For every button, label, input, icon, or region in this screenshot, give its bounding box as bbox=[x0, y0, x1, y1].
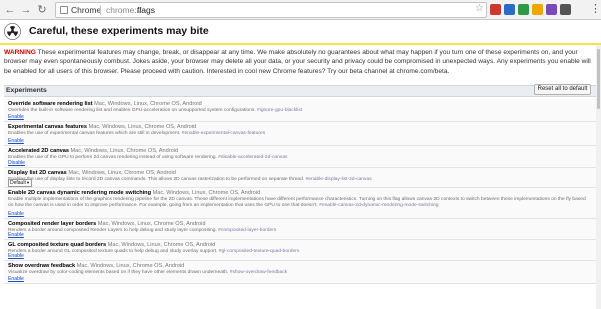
flag-anchor-link[interactable]: #gl-composited-texture-quad-borders bbox=[219, 249, 299, 254]
flag-toggle-link[interactable]: Enable bbox=[8, 211, 24, 217]
flag-row: Override software rendering list Mac, Wi… bbox=[4, 99, 596, 122]
flag-description-text: Enables the use of experimental canvas f… bbox=[8, 131, 181, 136]
flag-toggle-link[interactable]: Enable bbox=[8, 253, 24, 259]
flag-name: Enable 2D canvas dynamic rendering mode … bbox=[8, 190, 151, 196]
bookmark-star-icon[interactable]: ☆ bbox=[475, 3, 484, 14]
flag-anchor-link[interactable]: #enable-display-list-2d-canvas bbox=[306, 177, 372, 182]
flag-heading: GL composited texture quad borders Mac, … bbox=[8, 242, 215, 249]
address-bar[interactable]: Chrome chrome:// flags bbox=[55, 2, 487, 18]
flag-heading: Display list 2D canvas Mac, Windows, Lin… bbox=[8, 170, 176, 177]
browser-toolbar: ← → ↻ Chrome chrome:// flags ☆ ⋮ bbox=[0, 0, 601, 20]
flag-toggle-link[interactable]: Enable bbox=[8, 138, 24, 144]
flag-platforms: Mac, Windows, Linux, Chrome OS, Android bbox=[152, 190, 261, 196]
extension-icon[interactable] bbox=[518, 4, 529, 15]
extension-icon[interactable] bbox=[490, 4, 501, 15]
omnibox-chip-label: Chrome bbox=[71, 5, 102, 15]
flag-row: Display list 2D canvas Mac, Windows, Lin… bbox=[4, 168, 596, 188]
flag-description: Renders a border around composited Rende… bbox=[8, 228, 592, 234]
flag-toggle-link[interactable]: Enable bbox=[8, 232, 24, 238]
flag-name: Experimental canvas features bbox=[8, 124, 87, 130]
flag-select[interactable]: Default ▼ bbox=[8, 179, 32, 187]
flag-anchor-link[interactable]: #enable-experimental-canvas-features bbox=[182, 131, 265, 136]
page-scrollbar[interactable] bbox=[596, 45, 601, 309]
flag-name: GL composited texture quad borders bbox=[8, 242, 107, 248]
flag-anchor-link[interactable]: #enable-canvas-2d-dynamic-rendering-mode… bbox=[319, 203, 438, 208]
flag-platforms: Mac, Windows, Linux, Chrome OS, Android bbox=[68, 170, 176, 176]
reload-icon[interactable]: ↻ bbox=[35, 3, 49, 17]
flag-heading: Experimental canvas features Mac, Window… bbox=[8, 124, 196, 131]
flag-heading: Show overdraw feedback Mac, Windows, Lin… bbox=[8, 263, 184, 270]
page-title: Careful, these experiments may bite bbox=[29, 25, 209, 37]
flag-description: Enables the use of display lists to reco… bbox=[8, 177, 592, 183]
flag-heading: Accelerated 2D canvas Mac, Windows, Linu… bbox=[8, 148, 178, 155]
forward-icon[interactable]: → bbox=[19, 3, 33, 17]
experiments-heading: Experiments bbox=[6, 87, 47, 94]
flag-description-text: Renders a border around GL composited te… bbox=[8, 249, 218, 254]
flag-description: Enables the use of the GPU to perform 2d… bbox=[8, 155, 592, 161]
flag-anchor-link[interactable]: #ignore-gpu-blacklist bbox=[257, 108, 302, 113]
flag-toggle-link[interactable]: Enable bbox=[8, 114, 24, 120]
flag-heading: Composited render layer borders Mac, Win… bbox=[8, 221, 205, 228]
flag-description-text: Enables the use of the GPU to perform 2d… bbox=[8, 155, 217, 160]
flag-platforms: Mac, Windows, Linux, Chrome OS, Android bbox=[94, 101, 202, 107]
radiation-hazard-icon bbox=[4, 23, 21, 40]
flag-row: Enable 2D canvas dynamic rendering mode … bbox=[4, 188, 596, 219]
flag-name: Show overdraw feedback bbox=[8, 263, 76, 269]
flag-description-text: Enable multiple implementations of the g… bbox=[8, 197, 586, 208]
flag-anchor-link[interactable]: #show-overdraw-feedback bbox=[230, 270, 287, 275]
warning-body: These experimental features may change, … bbox=[4, 49, 591, 75]
warning-header: Careful, these experiments may bite bbox=[0, 21, 601, 43]
experiments-section-header: Experiments bbox=[4, 85, 596, 97]
url-path: flags bbox=[137, 5, 155, 15]
flag-row: Accelerated 2D canvas Mac, Windows, Linu… bbox=[4, 146, 596, 168]
flag-description: Enable multiple implementations of the g… bbox=[8, 197, 592, 209]
flag-row: Experimental canvas features Mac, Window… bbox=[4, 122, 596, 146]
flag-description: Visualize overdraw by color-coding eleme… bbox=[8, 270, 592, 276]
flag-row: Show overdraw feedback Mac, Windows, Lin… bbox=[4, 261, 596, 284]
warning-message: WARNING These experimental features may … bbox=[4, 48, 596, 76]
flag-anchor-link[interactable]: #disable-accelerated-2d-canvas bbox=[218, 155, 287, 160]
back-icon[interactable]: ← bbox=[3, 3, 17, 17]
flag-description-text: Enables the use of display lists to reco… bbox=[8, 177, 305, 182]
extension-icon[interactable] bbox=[546, 4, 557, 15]
chevron-down-icon: ▼ bbox=[26, 180, 30, 185]
extension-icon[interactable] bbox=[504, 4, 515, 15]
extension-icon[interactable] bbox=[560, 4, 571, 15]
flag-name: Composited render layer borders bbox=[8, 221, 97, 227]
flag-description: Overrides the built-in software renderin… bbox=[8, 108, 592, 114]
flag-description-text: Renders a border around composited Rende… bbox=[8, 228, 217, 233]
flag-description-text: Overrides the built-in software renderin… bbox=[8, 108, 256, 113]
flag-name: Override software rendering list bbox=[8, 101, 93, 107]
flag-platforms: Mac, Windows, Linux, Chrome OS, Android bbox=[70, 148, 179, 154]
flag-platforms: Mac, Windows, Linux, Chrome OS, Android bbox=[88, 124, 197, 130]
flag-platforms: Mac, Windows, Linux, Chrome OS, Android bbox=[76, 263, 185, 269]
page-info-icon[interactable] bbox=[60, 6, 68, 14]
flag-anchor-link[interactable]: #composited-layer-borders bbox=[218, 228, 276, 233]
flag-description: Enables the use of experimental canvas f… bbox=[8, 131, 592, 137]
flag-name: Accelerated 2D canvas bbox=[8, 148, 69, 154]
flag-toggle-link[interactable]: Enable bbox=[8, 276, 24, 282]
warning-divider bbox=[0, 43, 601, 45]
reset-all-button[interactable]: Reset all to default bbox=[534, 84, 591, 95]
flag-row: GL composited texture quad borders Mac, … bbox=[4, 240, 596, 261]
flag-row: Composited render layer borders Mac, Win… bbox=[4, 219, 596, 240]
flag-toggle-link[interactable]: Disable bbox=[8, 160, 25, 166]
flag-name: Display list 2D canvas bbox=[8, 170, 67, 176]
extension-icon[interactable] bbox=[532, 4, 543, 15]
flag-platforms: Mac, Windows, Linux, Chrome OS, Android bbox=[107, 242, 216, 248]
flag-description-text: Visualize overdraw by color-coding eleme… bbox=[8, 270, 229, 275]
omnibox-divider bbox=[100, 5, 101, 15]
flag-select-value: Default bbox=[10, 180, 26, 186]
flag-heading: Enable 2D canvas dynamic rendering mode … bbox=[8, 190, 260, 197]
scrollbar-thumb[interactable] bbox=[597, 49, 600, 109]
warning-label: WARNING bbox=[4, 49, 36, 56]
chrome-menu-icon[interactable]: ⋮ bbox=[590, 2, 601, 16]
flag-heading: Override software rendering list Mac, Wi… bbox=[8, 101, 202, 108]
flag-description: Renders a border around GL composited te… bbox=[8, 249, 592, 255]
flag-platforms: Mac, Windows, Linux, Chrome OS, Android bbox=[97, 221, 206, 227]
